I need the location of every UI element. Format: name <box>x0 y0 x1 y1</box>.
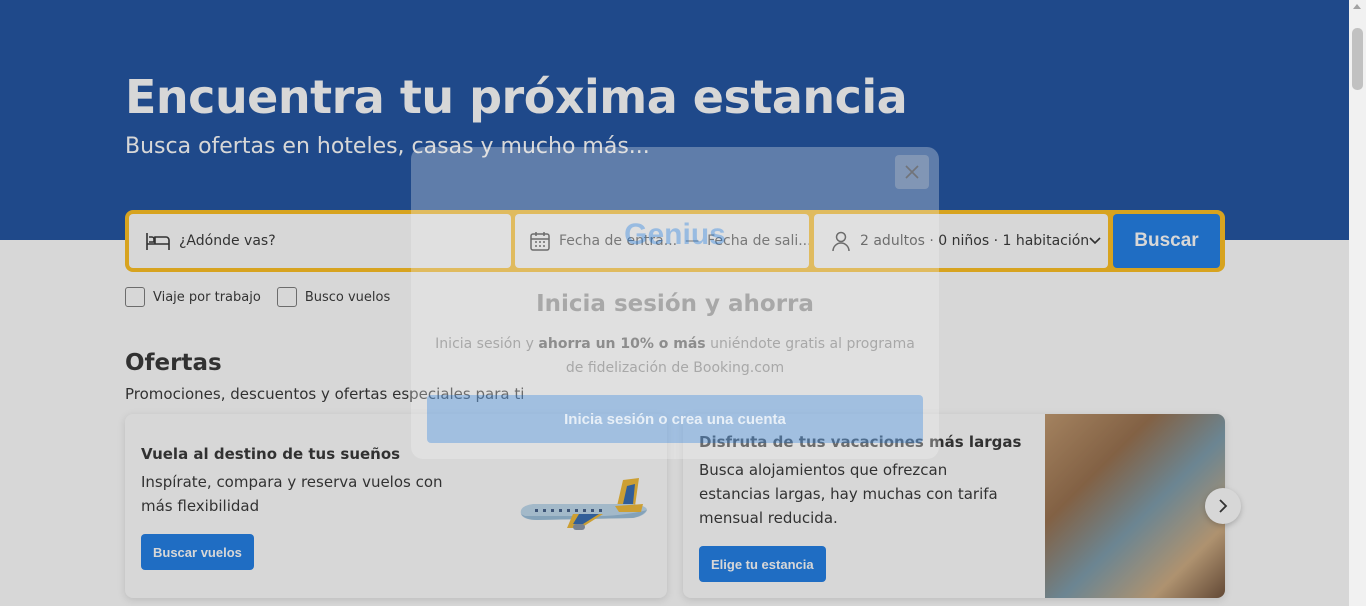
modal-text-before: Inicia sesión y <box>435 336 534 352</box>
close-icon <box>905 165 919 179</box>
genius-logo: Genius <box>624 218 726 251</box>
modal-text: Inicia sesión y ahorra un 10% o más unié… <box>425 332 925 380</box>
signin-button[interactable]: Inicia sesión o crea una cuenta <box>427 395 923 443</box>
modal-text-bold: ahorra un 10% o más <box>538 336 706 352</box>
scrollbar-thumb[interactable] <box>1352 28 1363 90</box>
scroll-up-arrow-icon[interactable] <box>1353 4 1361 9</box>
close-button[interactable] <box>895 155 929 189</box>
modal-title: Inicia sesión y ahorra <box>536 291 814 317</box>
scrollbar[interactable] <box>1349 0 1366 606</box>
signin-modal: Genius Inicia sesión y ahorra Inicia ses… <box>411 147 939 459</box>
